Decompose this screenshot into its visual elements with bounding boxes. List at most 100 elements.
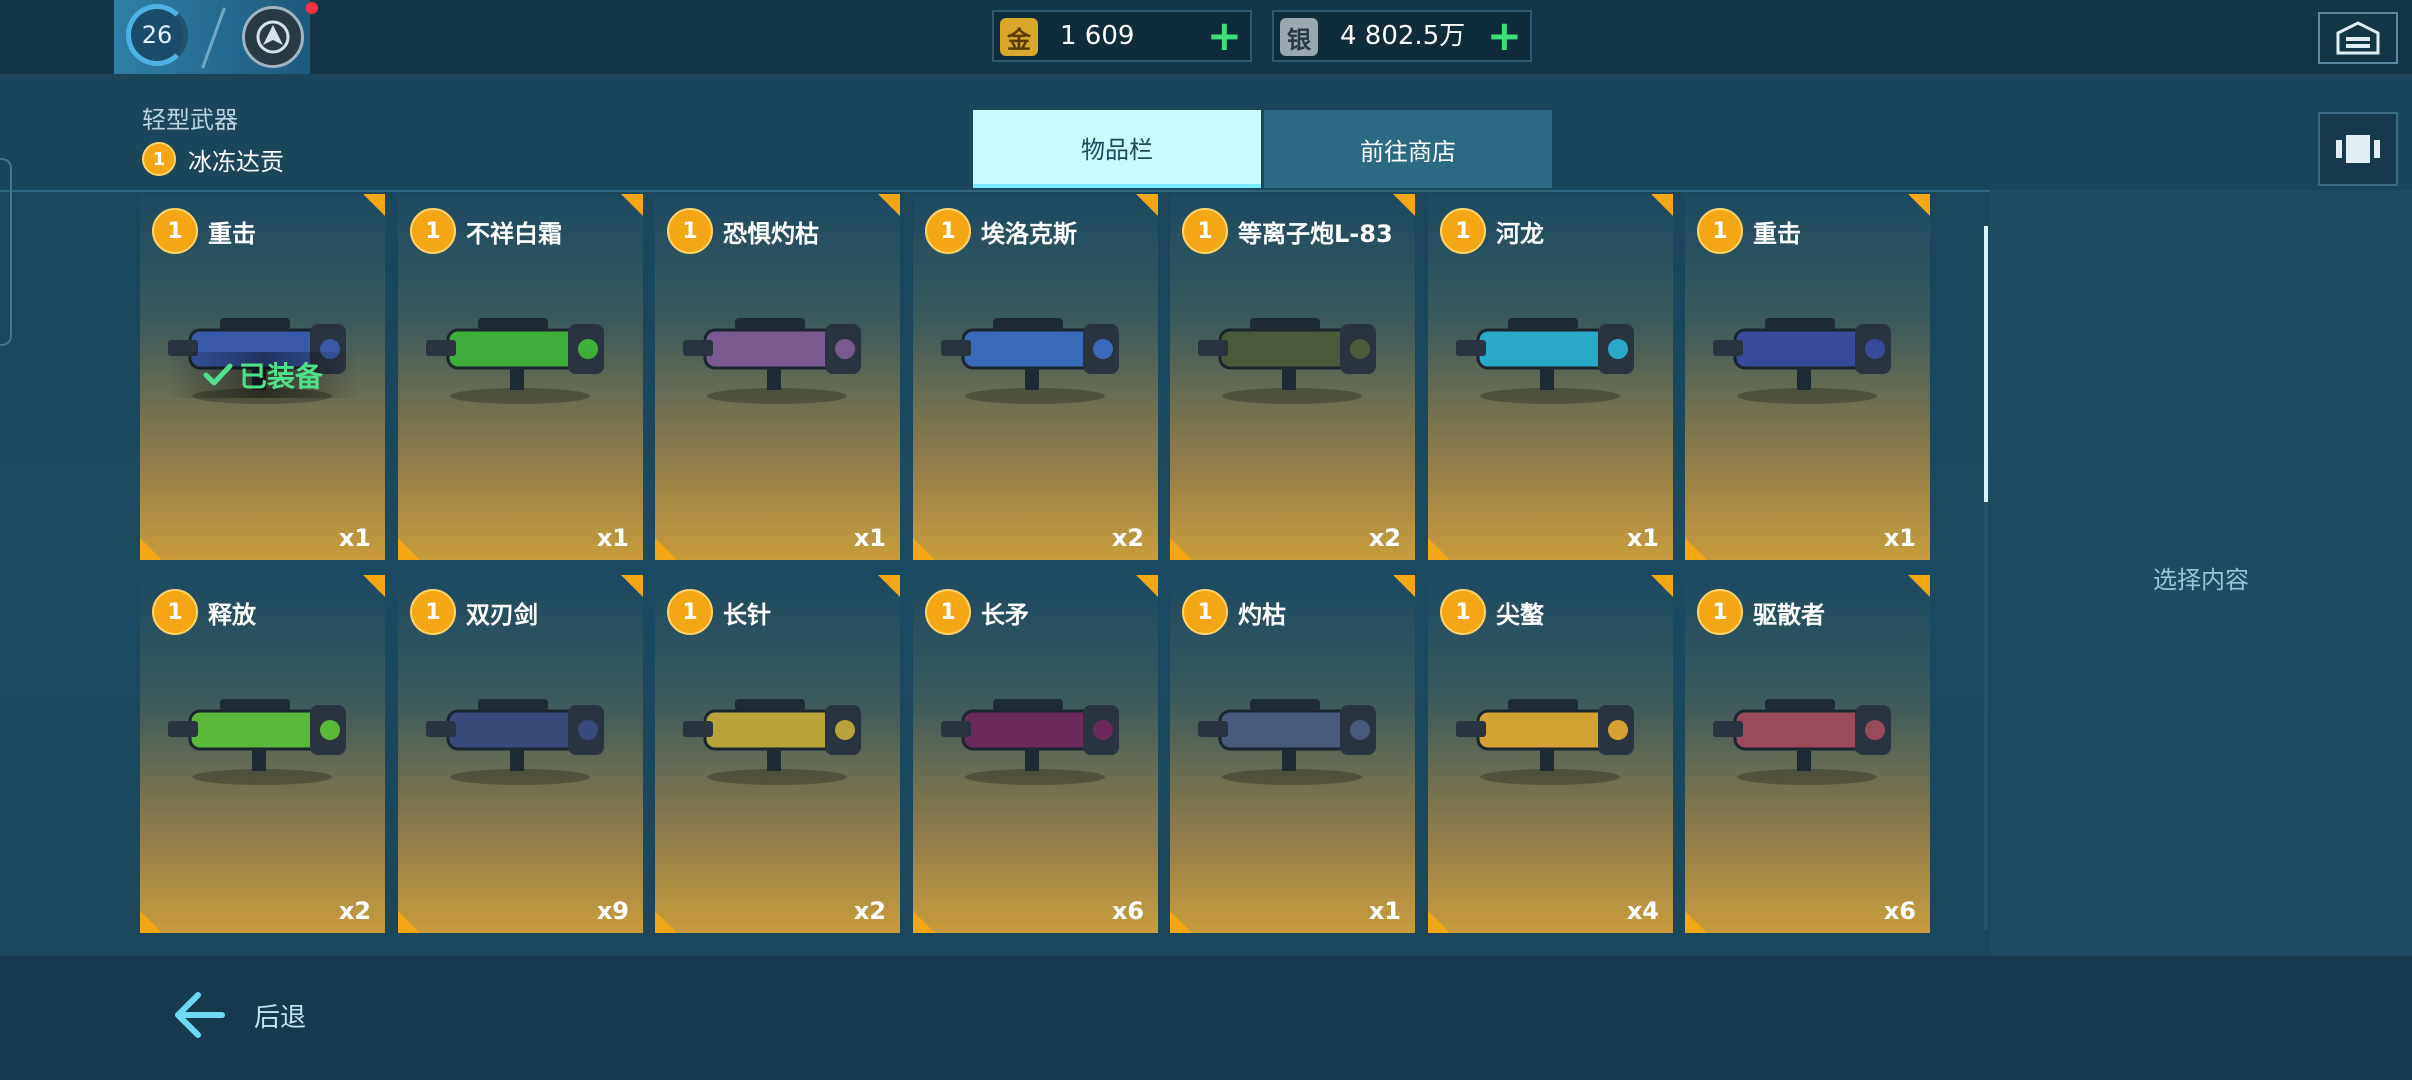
weapon-image xyxy=(1713,699,1891,785)
cards-icon xyxy=(2336,135,2380,163)
category-title: 轻型武器 xyxy=(142,106,238,134)
level-badge: 26 xyxy=(126,4,188,66)
weapon-image xyxy=(683,318,861,404)
corner-accent xyxy=(621,194,643,216)
item-name: 不祥白霜 xyxy=(466,219,562,248)
weapon-image xyxy=(1713,318,1891,404)
item-quantity: x2 xyxy=(853,897,886,925)
tab-inventory[interactable]: 物品栏 xyxy=(973,110,1261,188)
item-level-coin-icon: 1 xyxy=(1697,589,1743,635)
item-quantity: x1 xyxy=(338,524,371,552)
divider xyxy=(201,7,226,69)
corner-accent xyxy=(655,911,677,933)
gold-value: 1 609 xyxy=(1060,21,1135,51)
item-header: 1 恐惧灼枯 xyxy=(667,208,819,254)
item-header: 1 释放 xyxy=(152,589,256,635)
item-header: 1 长矛 xyxy=(925,589,1029,635)
weapon-image xyxy=(426,318,604,404)
item-card[interactable]: 1 重击 已装备 x1 xyxy=(140,194,385,560)
item-card[interactable]: 1 释放 x2 xyxy=(140,575,385,933)
item-quantity: x9 xyxy=(596,897,629,925)
item-level-coin-icon: 1 xyxy=(1440,208,1486,254)
corner-accent xyxy=(140,538,162,560)
item-card[interactable]: 1 灼枯 x1 xyxy=(1170,575,1415,933)
item-quantity: x4 xyxy=(1626,897,1659,925)
item-card[interactable]: 1 恐惧灼枯 x1 xyxy=(655,194,900,560)
corner-accent xyxy=(1651,194,1673,216)
item-quantity: x1 xyxy=(596,524,629,552)
scrollbar-thumb[interactable] xyxy=(1984,226,1988,502)
item-header: 1 长针 xyxy=(667,589,771,635)
detail-placeholder: 选择内容 xyxy=(2153,566,2249,594)
corner-accent xyxy=(1393,575,1415,597)
item-card[interactable]: 1 长矛 x6 xyxy=(913,575,1158,933)
corner-accent xyxy=(1685,911,1707,933)
item-card[interactable]: 1 不祥白霜 x1 xyxy=(398,194,643,560)
item-level-coin-icon: 1 xyxy=(152,589,198,635)
corner-accent xyxy=(398,538,420,560)
corner-accent xyxy=(1136,575,1158,597)
corner-accent xyxy=(363,575,385,597)
item-quantity: x2 xyxy=(1368,524,1401,552)
item-card[interactable]: 1 长针 x2 xyxy=(655,575,900,933)
card-view-toggle-button[interactable] xyxy=(2318,112,2398,186)
item-level-coin-icon: 1 xyxy=(1440,589,1486,635)
corner-accent xyxy=(913,538,935,560)
player-level: 26 xyxy=(141,21,173,49)
item-card[interactable]: 1 驱散者 x6 xyxy=(1685,575,1930,933)
corner-accent xyxy=(621,575,643,597)
item-header: 1 等离子炮L-83 xyxy=(1182,208,1393,254)
weapon-image xyxy=(1456,699,1634,785)
item-quantity: x2 xyxy=(1111,524,1144,552)
check-icon xyxy=(203,363,233,386)
corner-accent xyxy=(363,194,385,216)
weapon-image xyxy=(168,699,346,785)
item-header: 1 埃洛克斯 xyxy=(925,208,1077,254)
item-card[interactable]: 1 埃洛克斯 x2 xyxy=(913,194,1158,560)
item-level-coin-icon: 1 xyxy=(1182,589,1228,635)
category-subtitle: 1 冰冻达贡 xyxy=(142,142,284,176)
item-header: 1 重击 xyxy=(1697,208,1801,254)
corner-accent xyxy=(1428,911,1450,933)
item-name: 河龙 xyxy=(1496,219,1544,248)
detail-panel: 选择内容 xyxy=(1990,190,2412,956)
weapon-image xyxy=(1456,318,1634,404)
weapon-image xyxy=(941,318,1119,404)
corner-accent xyxy=(1393,194,1415,216)
profile-emblem-icon[interactable] xyxy=(242,6,304,68)
item-header: 1 重击 xyxy=(152,208,256,254)
item-header: 1 尖螯 xyxy=(1440,589,1544,635)
corner-accent xyxy=(1685,538,1707,560)
item-name: 埃洛克斯 xyxy=(981,219,1077,248)
player-level-panel[interactable]: 26 xyxy=(114,0,318,74)
tab-go-to-shop[interactable]: 前往商店 xyxy=(1264,110,1552,188)
item-quantity: x1 xyxy=(1883,524,1916,552)
corner-accent xyxy=(398,911,420,933)
item-name: 长矛 xyxy=(981,600,1029,629)
item-name: 驱散者 xyxy=(1753,600,1825,629)
item-quantity: x6 xyxy=(1111,897,1144,925)
weapon-image xyxy=(683,699,861,785)
item-name: 释放 xyxy=(208,600,256,629)
item-name: 双刃剑 xyxy=(466,600,538,629)
corner-accent xyxy=(878,575,900,597)
robot-name: 冰冻达贡 xyxy=(188,147,284,176)
item-quantity: x2 xyxy=(338,897,371,925)
hangar-button[interactable] xyxy=(2318,12,2398,64)
corner-accent xyxy=(1908,194,1930,216)
item-card[interactable]: 1 等离子炮L-83 x2 xyxy=(1170,194,1415,560)
item-card[interactable]: 1 重击 x1 xyxy=(1685,194,1930,560)
item-card[interactable]: 1 尖螯 x4 xyxy=(1428,575,1673,933)
silver-value: 4 802.5万 xyxy=(1340,21,1466,51)
back-button[interactable]: 后退 xyxy=(172,984,306,1046)
add-silver-button[interactable]: + xyxy=(1487,12,1522,60)
add-gold-button[interactable]: + xyxy=(1207,12,1242,60)
item-card[interactable]: 1 河龙 x1 xyxy=(1428,194,1673,560)
item-header: 1 灼枯 xyxy=(1182,589,1286,635)
side-drawer-handle[interactable] xyxy=(0,158,12,346)
item-name: 灼枯 xyxy=(1238,600,1286,629)
item-quantity: x1 xyxy=(853,524,886,552)
hangar-icon xyxy=(2336,21,2380,55)
item-name: 长针 xyxy=(723,600,771,629)
item-card[interactable]: 1 双刃剑 x9 xyxy=(398,575,643,933)
